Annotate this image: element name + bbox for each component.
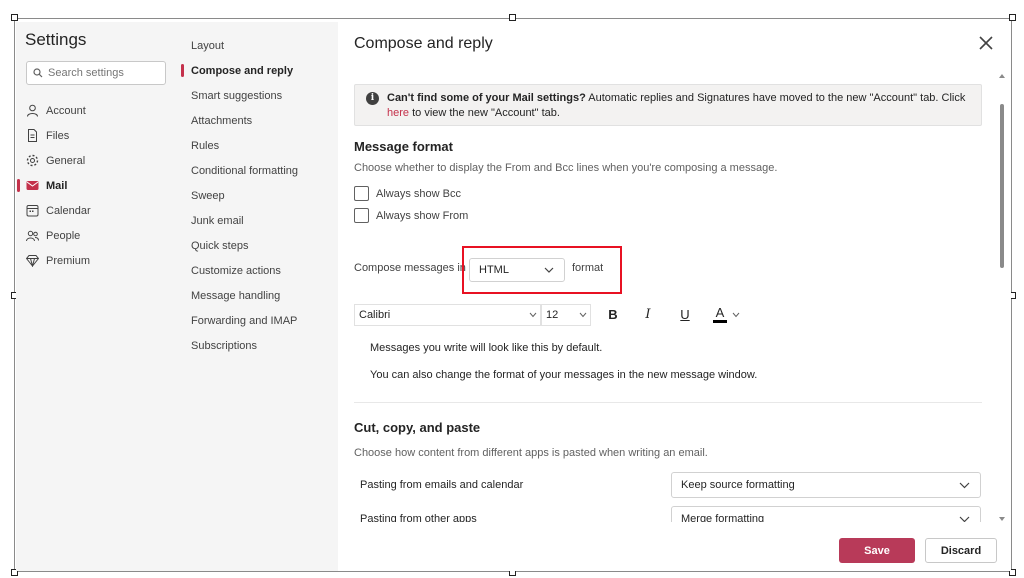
settings-dialog: Settings Account Files General Mail — [16, 22, 1011, 571]
paste-emails-value: Keep source formatting — [681, 479, 795, 491]
search-input[interactable] — [48, 67, 158, 79]
sidebar-item-label: General — [46, 154, 86, 167]
resize-handle[interactable] — [509, 14, 516, 21]
nav-quick-steps[interactable]: Quick steps — [176, 233, 338, 258]
sidebar-item-people[interactable]: People — [16, 223, 176, 248]
nav-attachments[interactable]: Attachments — [176, 108, 338, 133]
info-banner: i Can't find some of your Mail settings?… — [354, 84, 982, 126]
info-banner-text: Automatic replies and Signatures have mo… — [585, 92, 966, 104]
file-icon — [28, 129, 37, 142]
preview-line-1: Messages you write will look like this b… — [370, 342, 603, 354]
nav-compose-and-reply[interactable]: Compose and reply — [176, 58, 338, 83]
sidebar-item-general[interactable]: General — [16, 148, 176, 173]
info-banner-heading: Can't find some of your Mail settings? — [387, 92, 586, 104]
paste-other-apps-label: Pasting from other apps — [360, 513, 477, 522]
chevron-down-icon — [529, 312, 537, 318]
nav-layout[interactable]: Layout — [176, 33, 338, 58]
always-show-bcc-label: Always show Bcc — [376, 187, 461, 200]
scroll-down-arrow[interactable] — [999, 517, 1005, 521]
dialog-footer: Save Discard — [338, 522, 1011, 571]
paste-other-apps-dropdown[interactable]: Merge formatting — [671, 506, 981, 522]
people-icon — [26, 230, 39, 242]
info-banner-text2: to view the new "Account" tab. — [409, 107, 560, 119]
sidebar-item-label: Account — [46, 104, 86, 117]
mail-settings-nav: Layout Compose and reply Smart suggestio… — [176, 22, 338, 571]
chevron-down-icon — [579, 312, 587, 318]
calendar-icon — [26, 205, 39, 217]
paste-emails-label: Pasting from emails and calendar — [360, 479, 524, 491]
nav-smart-suggestions[interactable]: Smart suggestions — [176, 83, 338, 108]
scroll-up-arrow[interactable] — [999, 74, 1005, 78]
mail-icon — [26, 181, 39, 190]
sidebar-item-account[interactable]: Account — [16, 98, 176, 123]
close-icon[interactable] — [976, 33, 996, 53]
sidebar-item-label: Mail — [46, 179, 68, 192]
always-show-from-row[interactable]: Always show From — [354, 208, 468, 223]
font-color-button[interactable]: A — [713, 305, 727, 323]
sidebar-item-files[interactable]: Files — [16, 123, 176, 148]
nav-conditional-formatting[interactable]: Conditional formatting — [176, 158, 338, 183]
chevron-down-icon[interactable] — [732, 312, 740, 318]
nav-junk-email[interactable]: Junk email — [176, 208, 338, 233]
font-size-value: 12 — [546, 309, 559, 321]
paste-other-apps-value: Merge formatting — [681, 513, 765, 522]
message-format-description: Choose whether to display the From and B… — [354, 162, 778, 174]
nav-forwarding-and-imap[interactable]: Forwarding and IMAP — [176, 308, 338, 333]
page-title: Compose and reply — [354, 35, 493, 52]
message-format-heading: Message format — [354, 139, 453, 154]
nav-sweep[interactable]: Sweep — [176, 183, 338, 208]
highlight-box — [462, 246, 622, 294]
nav-message-handling[interactable]: Message handling — [176, 283, 338, 308]
settings-nav: Account Files General Mail Calendar Peop… — [16, 98, 176, 273]
settings-sidebar: Settings Account Files General Mail — [16, 22, 176, 571]
always-show-from-checkbox[interactable] — [354, 208, 369, 223]
bold-button[interactable]: B — [603, 305, 623, 325]
sidebar-item-calendar[interactable]: Calendar — [16, 198, 176, 223]
compose-format-label: Compose messages in — [354, 262, 466, 274]
resize-handle[interactable] — [11, 14, 18, 21]
diamond-icon — [26, 255, 39, 267]
cut-copy-paste-heading: Cut, copy, and paste — [354, 420, 481, 435]
search-box[interactable] — [26, 61, 166, 85]
font-size-dropdown[interactable]: 12 — [541, 304, 591, 326]
main-pane: Compose and reply i Can't find some of y… — [338, 22, 1011, 571]
gear-icon — [26, 154, 39, 167]
search-icon — [33, 68, 43, 78]
preview-line-2: You can also change the format of your m… — [370, 369, 758, 381]
font-family-value: Calibri — [359, 309, 391, 321]
sidebar-item-label: Files — [46, 129, 70, 142]
section-divider — [354, 402, 982, 403]
nav-customize-actions[interactable]: Customize actions — [176, 258, 338, 283]
font-family-dropdown[interactable]: Calibri — [354, 304, 541, 326]
sidebar-item-premium[interactable]: Premium — [16, 248, 176, 273]
nav-subscriptions[interactable]: Subscriptions — [176, 333, 338, 358]
person-icon — [27, 104, 38, 117]
sidebar-item-label: Calendar — [46, 204, 91, 217]
always-show-from-label: Always show From — [376, 209, 469, 222]
settings-content: i Can't find some of your Mail settings?… — [338, 72, 1011, 522]
mail-nav-list: Layout Compose and reply Smart suggestio… — [176, 33, 338, 358]
nav-rules[interactable]: Rules — [176, 133, 338, 158]
discard-button[interactable]: Discard — [925, 538, 997, 563]
info-icon: i — [366, 92, 379, 105]
always-show-bcc-checkbox[interactable] — [354, 186, 369, 201]
chevron-down-icon — [959, 482, 970, 489]
underline-button[interactable]: U — [675, 305, 695, 325]
cut-copy-paste-description: Choose how content from different apps i… — [354, 447, 708, 459]
settings-title: Settings — [25, 30, 87, 49]
scrollbar-thumb[interactable] — [1000, 104, 1004, 268]
sidebar-item-mail[interactable]: Mail — [16, 173, 176, 198]
paste-emails-dropdown[interactable]: Keep source formatting — [671, 472, 981, 498]
info-here-link[interactable]: here — [387, 107, 409, 119]
sidebar-item-label: Premium — [46, 254, 91, 267]
italic-button[interactable]: I — [638, 305, 658, 325]
sidebar-item-label: People — [46, 229, 81, 242]
resize-handle[interactable] — [1009, 14, 1016, 21]
save-button[interactable]: Save — [839, 538, 915, 563]
always-show-bcc-row[interactable]: Always show Bcc — [354, 186, 461, 201]
